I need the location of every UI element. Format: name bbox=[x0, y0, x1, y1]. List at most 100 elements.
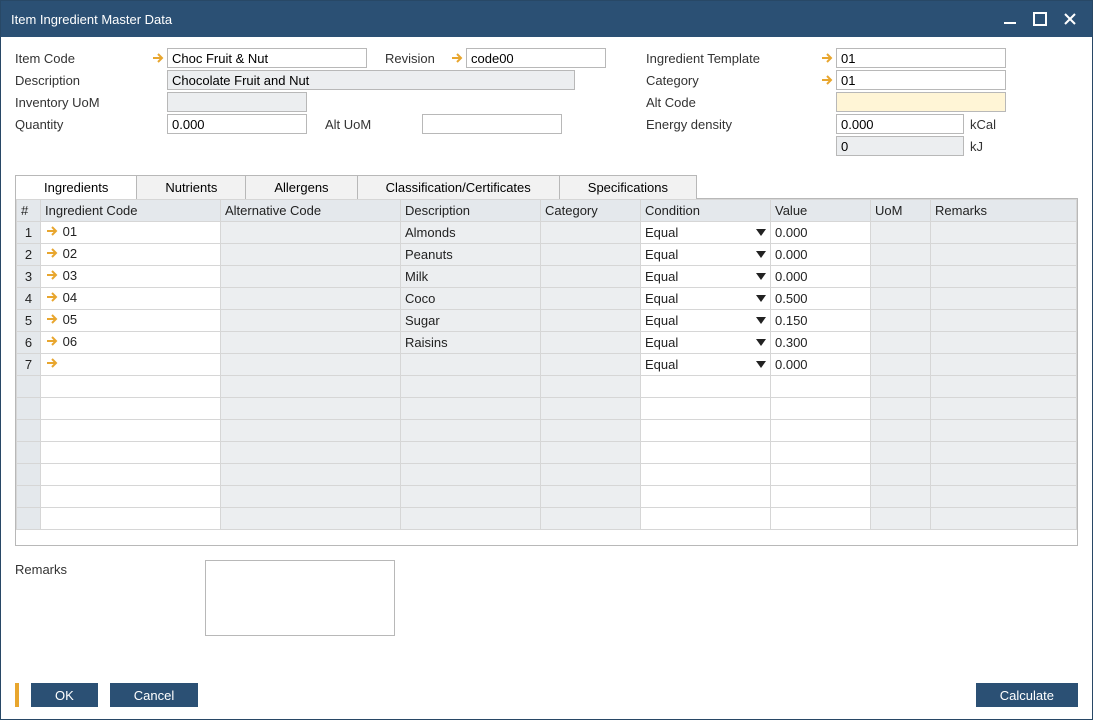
cell-condition[interactable]: Equal bbox=[641, 288, 771, 310]
cell-condition[interactable]: Equal bbox=[641, 222, 771, 244]
ingredients-table[interactable]: #Ingredient CodeAlternative CodeDescript… bbox=[16, 199, 1077, 530]
dropdown-icon[interactable] bbox=[756, 251, 766, 258]
category-label: Category bbox=[646, 73, 836, 88]
tab-nutrients[interactable]: Nutrients bbox=[136, 175, 246, 199]
alt-uom-label: Alt UoM bbox=[307, 117, 422, 132]
table-row[interactable]: 3 03MilkEqual0.000 bbox=[17, 266, 1077, 288]
table-row[interactable]: 4 04CocoEqual0.500 bbox=[17, 288, 1077, 310]
dropdown-icon[interactable] bbox=[756, 229, 766, 236]
cell-alt bbox=[221, 222, 401, 244]
cell-code[interactable]: 04 bbox=[41, 288, 221, 310]
ingredient-template-field[interactable] bbox=[836, 48, 1006, 68]
cell-value[interactable]: 0.000 bbox=[771, 354, 871, 376]
category-field[interactable] bbox=[836, 70, 1006, 90]
inventory-uom-label: Inventory UoM bbox=[15, 95, 167, 110]
link-arrow-icon[interactable] bbox=[45, 290, 59, 307]
cell-code[interactable]: 02 bbox=[41, 244, 221, 266]
cell-value[interactable]: 0.150 bbox=[771, 310, 871, 332]
cell-condition[interactable]: Equal bbox=[641, 244, 771, 266]
tab-specifications[interactable]: Specifications bbox=[559, 175, 697, 199]
col-header[interactable]: # bbox=[17, 200, 41, 222]
row-num: 1 bbox=[17, 222, 41, 244]
ok-button[interactable]: OK bbox=[31, 683, 98, 707]
cell-condition[interactable]: Equal bbox=[641, 266, 771, 288]
link-arrow-icon[interactable] bbox=[45, 224, 59, 241]
cell-code[interactable] bbox=[41, 354, 221, 376]
table-row[interactable]: 5 05SugarEqual0.150 bbox=[17, 310, 1077, 332]
tab-ingredients[interactable]: Ingredients bbox=[15, 175, 137, 199]
cell-uom bbox=[871, 266, 931, 288]
link-arrow-icon[interactable] bbox=[151, 51, 165, 65]
cell-cat bbox=[541, 222, 641, 244]
cell-desc: Almonds bbox=[401, 222, 541, 244]
calculate-button[interactable]: Calculate bbox=[976, 683, 1078, 707]
row-num: 2 bbox=[17, 244, 41, 266]
minimize-button[interactable] bbox=[998, 7, 1022, 31]
dropdown-icon[interactable] bbox=[756, 317, 766, 324]
accent-bar bbox=[15, 683, 19, 707]
energy-kcal-field[interactable] bbox=[836, 114, 964, 134]
cell-code[interactable]: 03 bbox=[41, 266, 221, 288]
col-header[interactable]: Ingredient Code bbox=[41, 200, 221, 222]
itemcode-field[interactable] bbox=[167, 48, 367, 68]
dropdown-icon[interactable] bbox=[756, 361, 766, 368]
tab-allergens[interactable]: Allergens bbox=[245, 175, 357, 199]
table-row[interactable]: 2 02 Peanuts Equal0.000 bbox=[17, 244, 1077, 266]
col-header[interactable]: Condition bbox=[641, 200, 771, 222]
table-row bbox=[17, 420, 1077, 442]
table-row[interactable]: 1 01 Almonds Equal0.000 bbox=[17, 222, 1077, 244]
cell-value[interactable]: 0.500 bbox=[771, 288, 871, 310]
col-header[interactable]: Value bbox=[771, 200, 871, 222]
cell-value[interactable]: 0.300 bbox=[771, 332, 871, 354]
dropdown-icon[interactable] bbox=[756, 339, 766, 346]
revision-field[interactable] bbox=[466, 48, 606, 68]
link-arrow-icon[interactable] bbox=[820, 73, 834, 87]
table-row bbox=[17, 442, 1077, 464]
link-arrow-icon[interactable] bbox=[820, 51, 834, 65]
link-arrow-icon[interactable] bbox=[45, 356, 59, 373]
col-header[interactable]: Alternative Code bbox=[221, 200, 401, 222]
col-header[interactable]: Description bbox=[401, 200, 541, 222]
link-arrow-icon[interactable] bbox=[45, 246, 59, 263]
cell-uom bbox=[871, 310, 931, 332]
table-row[interactable]: 6 06RaisinsEqual0.300 bbox=[17, 332, 1077, 354]
link-arrow-icon[interactable] bbox=[45, 312, 59, 329]
link-arrow-icon[interactable] bbox=[45, 334, 59, 351]
cell-uom bbox=[871, 244, 931, 266]
col-header[interactable]: UoM bbox=[871, 200, 931, 222]
cancel-button[interactable]: Cancel bbox=[110, 683, 198, 707]
revision-label: Revision bbox=[367, 51, 482, 66]
dropdown-icon[interactable] bbox=[756, 295, 766, 302]
cell-condition[interactable]: Equal bbox=[641, 310, 771, 332]
close-button[interactable] bbox=[1058, 7, 1082, 31]
remarks-field[interactable] bbox=[205, 560, 395, 636]
cell-remarks bbox=[931, 244, 1077, 266]
cell-code[interactable]: 01 bbox=[41, 222, 221, 244]
dropdown-icon[interactable] bbox=[756, 273, 766, 280]
quantity-field[interactable] bbox=[167, 114, 307, 134]
cell-value[interactable]: 0.000 bbox=[771, 244, 871, 266]
tab-classification-certificates[interactable]: Classification/Certificates bbox=[357, 175, 560, 199]
link-arrow-icon[interactable] bbox=[450, 51, 464, 65]
alt-uom-field[interactable] bbox=[422, 114, 562, 134]
col-header[interactable]: Remarks bbox=[931, 200, 1077, 222]
cell-value[interactable]: 0.000 bbox=[771, 222, 871, 244]
table-row[interactable]: 7 Equal0.000 bbox=[17, 354, 1077, 376]
link-arrow-icon[interactable] bbox=[45, 268, 59, 285]
cell-cat bbox=[541, 266, 641, 288]
maximize-button[interactable] bbox=[1028, 7, 1052, 31]
altcode-field[interactable] bbox=[836, 92, 1006, 112]
ingredient-template-label: Ingredient Template bbox=[646, 51, 836, 66]
itemcode-label: Item Code bbox=[15, 51, 167, 66]
cell-code[interactable]: 05 bbox=[41, 310, 221, 332]
cell-remarks bbox=[931, 288, 1077, 310]
cell-code[interactable]: 06 bbox=[41, 332, 221, 354]
cell-condition[interactable]: Equal bbox=[641, 354, 771, 376]
cell-cat bbox=[541, 288, 641, 310]
cell-remarks bbox=[931, 310, 1077, 332]
col-header[interactable]: Category bbox=[541, 200, 641, 222]
cell-desc: Peanuts bbox=[401, 244, 541, 266]
cell-uom bbox=[871, 354, 931, 376]
cell-condition[interactable]: Equal bbox=[641, 332, 771, 354]
cell-value[interactable]: 0.000 bbox=[771, 266, 871, 288]
